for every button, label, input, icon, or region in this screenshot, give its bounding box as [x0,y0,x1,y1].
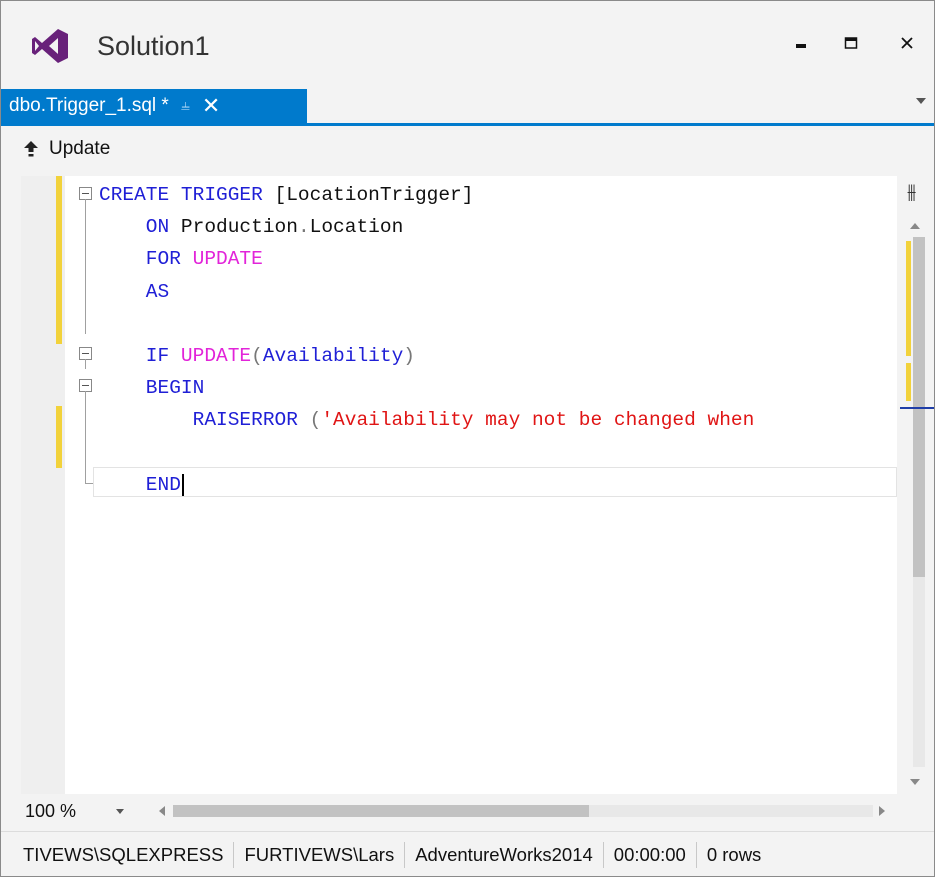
text-caret [181,473,184,496]
maximize-button[interactable] [831,23,871,63]
code-token: BEGIN [99,377,205,399]
status-server: TIVEWS\SQLEXPRESS [1,841,235,868]
scroll-down-icon[interactable] [910,779,920,785]
title-bar: Solution1 [1,1,934,89]
tab-label: dbo.Trigger_1.sql * [9,95,169,116]
code-token: UPDATE [192,248,263,270]
minimize-icon [796,44,806,48]
scroll-change-marker [906,363,911,401]
sql-editor[interactable]: CREATE TRIGGER [LocationTrigger] ON Prod… [21,176,897,794]
close-icon [901,37,913,49]
document-tab-strip: dbo.Trigger_1.sql * ⫨ ✕ [1,89,934,126]
code-token: ) [403,345,415,367]
code-token: IF [99,345,181,367]
code-token: AS [99,281,170,303]
tab-close-icon[interactable]: ✕ [202,93,220,119]
status-elapsed: 00:00:00 [604,841,697,868]
code-token: ( [251,345,263,367]
code-token: . [297,216,310,238]
code-token: END [99,474,181,496]
code-line[interactable]: ON Production.Location [99,211,403,243]
tab-dropdown-icon[interactable] [916,98,926,104]
zoom-value: 100 % [25,800,77,821]
visual-studio-logo [32,29,68,63]
code-line[interactable]: IF UPDATE(Availability) [99,340,415,372]
arrow-right-icon[interactable] [879,806,885,816]
code-line[interactable]: FOR UPDATE [99,243,263,275]
code-line[interactable]: END [99,469,184,501]
minimize-button[interactable] [781,23,821,63]
chevron-down-icon [116,808,125,814]
split-window-icon[interactable]: ⫵ [907,181,916,204]
arrow-up-icon [24,141,38,157]
scroll-change-marker [906,241,911,356]
pin-icon[interactable]: ⫨ [181,97,190,115]
code-token: Availability [262,345,404,367]
ssdt-window: Solution1 dbo.Trigger_1.sql * ⫨ ✕ Update [0,0,935,877]
arrow-left-icon[interactable] [159,806,165,816]
document-tab[interactable]: dbo.Trigger_1.sql * ⫨ ✕ [1,89,307,123]
scroll-up-icon[interactable] [910,223,920,229]
code-line[interactable]: CREATE TRIGGER [LocationTrigger] [99,179,473,211]
code-token: ON [99,216,181,238]
code-area[interactable]: CREATE TRIGGER [LocationTrigger] ON Prod… [99,176,897,794]
code-token: [LocationTrigger] [274,184,474,206]
outline-line [85,359,86,369]
designer-toolbar: Update [1,126,934,174]
window-title: Solution1 [97,31,210,61]
code-line[interactable]: RAISERROR ('Availability may not be chan… [99,404,755,436]
editor-bottom-bar: 100 % [1,796,934,826]
status-bar: TIVEWS\SQLEXPRESS FURTIVEWS\Lars Adventu… [1,831,934,876]
horizontal-scroll-thumb[interactable] [173,805,589,817]
outline-line-end [85,483,93,484]
code-token: ( [309,409,322,431]
update-label: Update [49,138,111,159]
update-button[interactable]: Update [23,138,110,160]
code-line[interactable]: AS [99,276,169,308]
maximize-icon [844,37,858,49]
zoom-dropdown[interactable]: 100 % [25,799,145,823]
outline-line [85,199,86,334]
code-line[interactable]: BEGIN [99,372,205,404]
code-token: CREATE TRIGGER [99,184,275,206]
outline-line [85,391,86,483]
code-token: RAISERROR [99,409,310,431]
close-button[interactable] [887,23,927,63]
status-user: FURTIVEWS\Lars [234,841,406,868]
code-token: UPDATE [180,345,252,367]
code-token: Location [309,216,404,238]
change-marker [56,176,62,344]
code-token: FOR [99,248,193,270]
status-database: AdventureWorks2014 [405,841,604,868]
change-marker [56,406,62,468]
code-token: Production [180,216,298,238]
scroll-caret-marker [900,407,934,409]
code-token: 'Availability may not be changed when [321,409,755,431]
status-rows: 0 rows [706,843,762,865]
